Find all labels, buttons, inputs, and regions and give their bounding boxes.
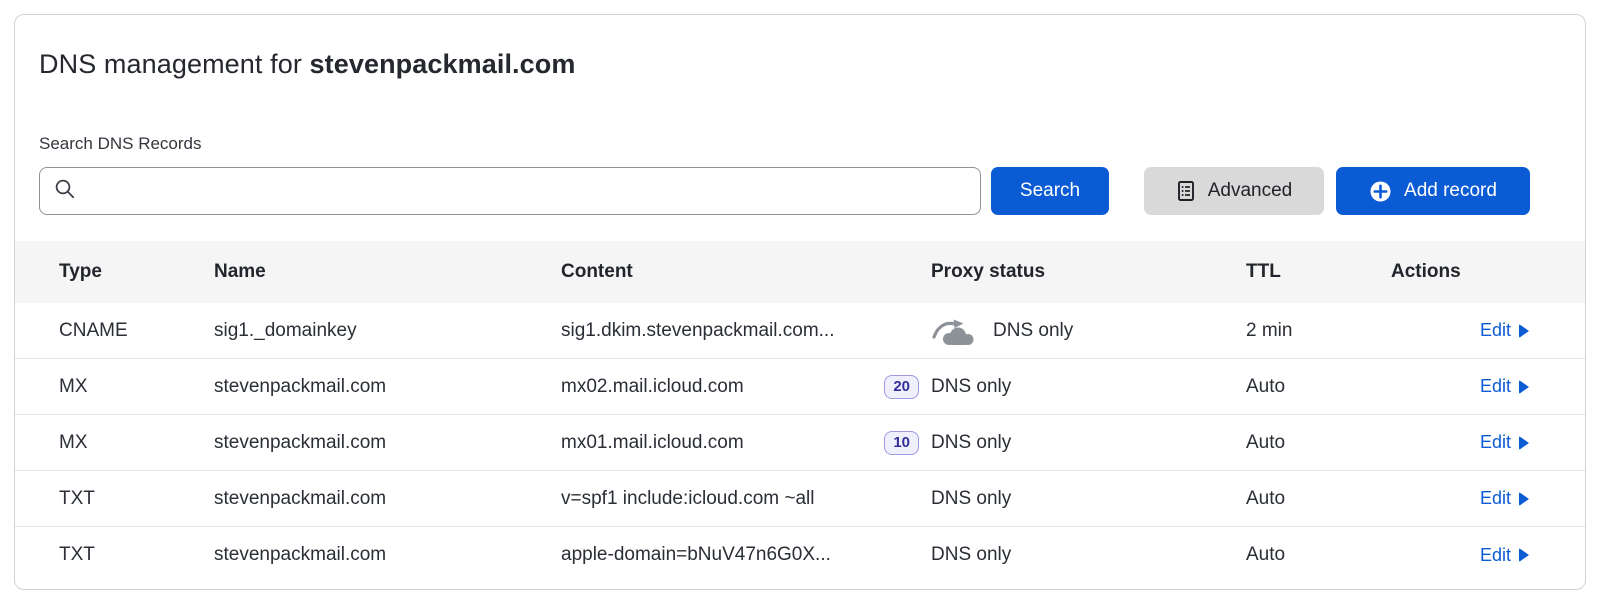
- record-proxy-cell: DNS only: [931, 544, 1246, 566]
- record-content-cell: apple-domain=bNuV47n6G0X...: [561, 544, 931, 566]
- edit-link-label: Edit: [1480, 320, 1511, 341]
- column-header-actions: Actions: [1391, 261, 1529, 283]
- edit-link-label: Edit: [1480, 488, 1511, 509]
- record-content-cell: mx01.mail.icloud.com 10: [561, 431, 931, 455]
- edit-record-link[interactable]: Edit: [1480, 320, 1529, 341]
- column-header-content: Content: [561, 261, 931, 283]
- record-content-cell: v=spf1 include:icloud.com ~all: [561, 488, 931, 510]
- caret-right-icon: [1519, 380, 1529, 394]
- record-proxy-status: DNS only: [931, 544, 1011, 566]
- mx-priority-badge: 20: [884, 375, 919, 399]
- record-proxy-cell: DNS only: [931, 316, 1246, 346]
- search-box[interactable]: [39, 167, 981, 215]
- record-actions-cell: Edit: [1391, 320, 1529, 341]
- table-row: TXT stevenpackmail.com v=spf1 include:ic…: [15, 471, 1585, 527]
- page-title-domain: stevenpackmail.com: [310, 49, 576, 79]
- record-name: stevenpackmail.com: [214, 432, 561, 454]
- page-title: DNS management for stevenpackmail.com: [39, 49, 1530, 80]
- record-ttl: 2 min: [1246, 320, 1391, 342]
- record-name: stevenpackmail.com: [214, 544, 561, 566]
- record-proxy-cell: DNS only: [931, 432, 1246, 454]
- record-ttl: Auto: [1246, 488, 1391, 510]
- edit-record-link[interactable]: Edit: [1480, 488, 1529, 509]
- record-content-cell: mx02.mail.icloud.com 20: [561, 375, 931, 399]
- record-proxy-cell: DNS only: [931, 488, 1246, 510]
- record-type: MX: [59, 432, 214, 454]
- edit-link-label: Edit: [1480, 545, 1511, 566]
- column-header-proxy-status: Proxy status: [931, 261, 1246, 283]
- record-name: stevenpackmail.com: [214, 488, 561, 510]
- record-actions-cell: Edit: [1391, 432, 1529, 453]
- record-name: stevenpackmail.com: [214, 376, 561, 398]
- edit-record-link[interactable]: Edit: [1480, 376, 1529, 397]
- record-content-cell: sig1.dkim.stevenpackmail.com...: [561, 320, 931, 342]
- record-actions-cell: Edit: [1391, 376, 1529, 397]
- caret-right-icon: [1519, 436, 1529, 450]
- dns-records-table: Type Name Content Proxy status TTL Actio…: [15, 241, 1585, 583]
- search-button[interactable]: Search: [991, 167, 1109, 215]
- record-content: mx02.mail.icloud.com: [561, 376, 744, 398]
- record-actions-cell: Edit: [1391, 488, 1529, 509]
- record-content: mx01.mail.icloud.com: [561, 432, 744, 454]
- record-type: CNAME: [59, 320, 214, 342]
- table-row: CNAME sig1._domainkey sig1.dkim.stevenpa…: [15, 303, 1585, 359]
- column-header-ttl: TTL: [1246, 261, 1391, 283]
- edit-record-link[interactable]: Edit: [1480, 545, 1529, 566]
- record-type: TXT: [59, 488, 214, 510]
- plus-circle-icon: [1369, 180, 1392, 203]
- advanced-button[interactable]: Advanced: [1144, 167, 1324, 215]
- record-proxy-status: DNS only: [931, 376, 1011, 398]
- add-record-button-label: Add record: [1404, 180, 1497, 202]
- record-content: v=spf1 include:icloud.com ~all: [561, 488, 814, 510]
- record-ttl: Auto: [1246, 432, 1391, 454]
- edit-link-label: Edit: [1480, 376, 1511, 397]
- caret-right-icon: [1519, 324, 1529, 338]
- record-name: sig1._domainkey: [214, 320, 561, 342]
- table-row: MX stevenpackmail.com mx01.mail.icloud.c…: [15, 415, 1585, 471]
- record-proxy-cell: DNS only: [931, 376, 1246, 398]
- record-actions-cell: Edit: [1391, 545, 1529, 566]
- search-label: Search DNS Records: [39, 134, 1530, 154]
- table-header-row: Type Name Content Proxy status TTL Actio…: [15, 241, 1585, 303]
- mx-priority-badge: 10: [884, 431, 919, 455]
- caret-right-icon: [1519, 492, 1529, 506]
- caret-right-icon: [1519, 548, 1529, 562]
- advanced-button-label: Advanced: [1208, 180, 1293, 202]
- record-type: MX: [59, 376, 214, 398]
- edit-record-link[interactable]: Edit: [1480, 432, 1529, 453]
- search-icon: [54, 178, 76, 205]
- table-row: MX stevenpackmail.com mx02.mail.icloud.c…: [15, 359, 1585, 415]
- dns-management-card: DNS management for stevenpackmail.com Se…: [14, 14, 1586, 590]
- controls-row: Search Advanced: [39, 167, 1530, 215]
- record-proxy-status: DNS only: [993, 320, 1073, 342]
- record-proxy-status: DNS only: [931, 432, 1011, 454]
- record-content: sig1.dkim.stevenpackmail.com...: [561, 320, 835, 342]
- column-header-type: Type: [59, 261, 214, 283]
- edit-link-label: Edit: [1480, 432, 1511, 453]
- record-content: apple-domain=bNuV47n6G0X...: [561, 544, 831, 566]
- dns-only-cloud-icon: [931, 316, 977, 346]
- column-header-name: Name: [214, 261, 561, 283]
- add-record-button[interactable]: Add record: [1336, 167, 1530, 215]
- record-ttl: Auto: [1246, 376, 1391, 398]
- record-ttl: Auto: [1246, 544, 1391, 566]
- page-title-prefix: DNS management for: [39, 49, 302, 79]
- table-body: CNAME sig1._domainkey sig1.dkim.stevenpa…: [15, 303, 1585, 583]
- record-type: TXT: [59, 544, 214, 566]
- table-row: TXT stevenpackmail.com apple-domain=bNuV…: [15, 527, 1585, 583]
- list-icon: [1176, 180, 1196, 202]
- record-proxy-status: DNS only: [931, 488, 1011, 510]
- search-input[interactable]: [86, 181, 966, 202]
